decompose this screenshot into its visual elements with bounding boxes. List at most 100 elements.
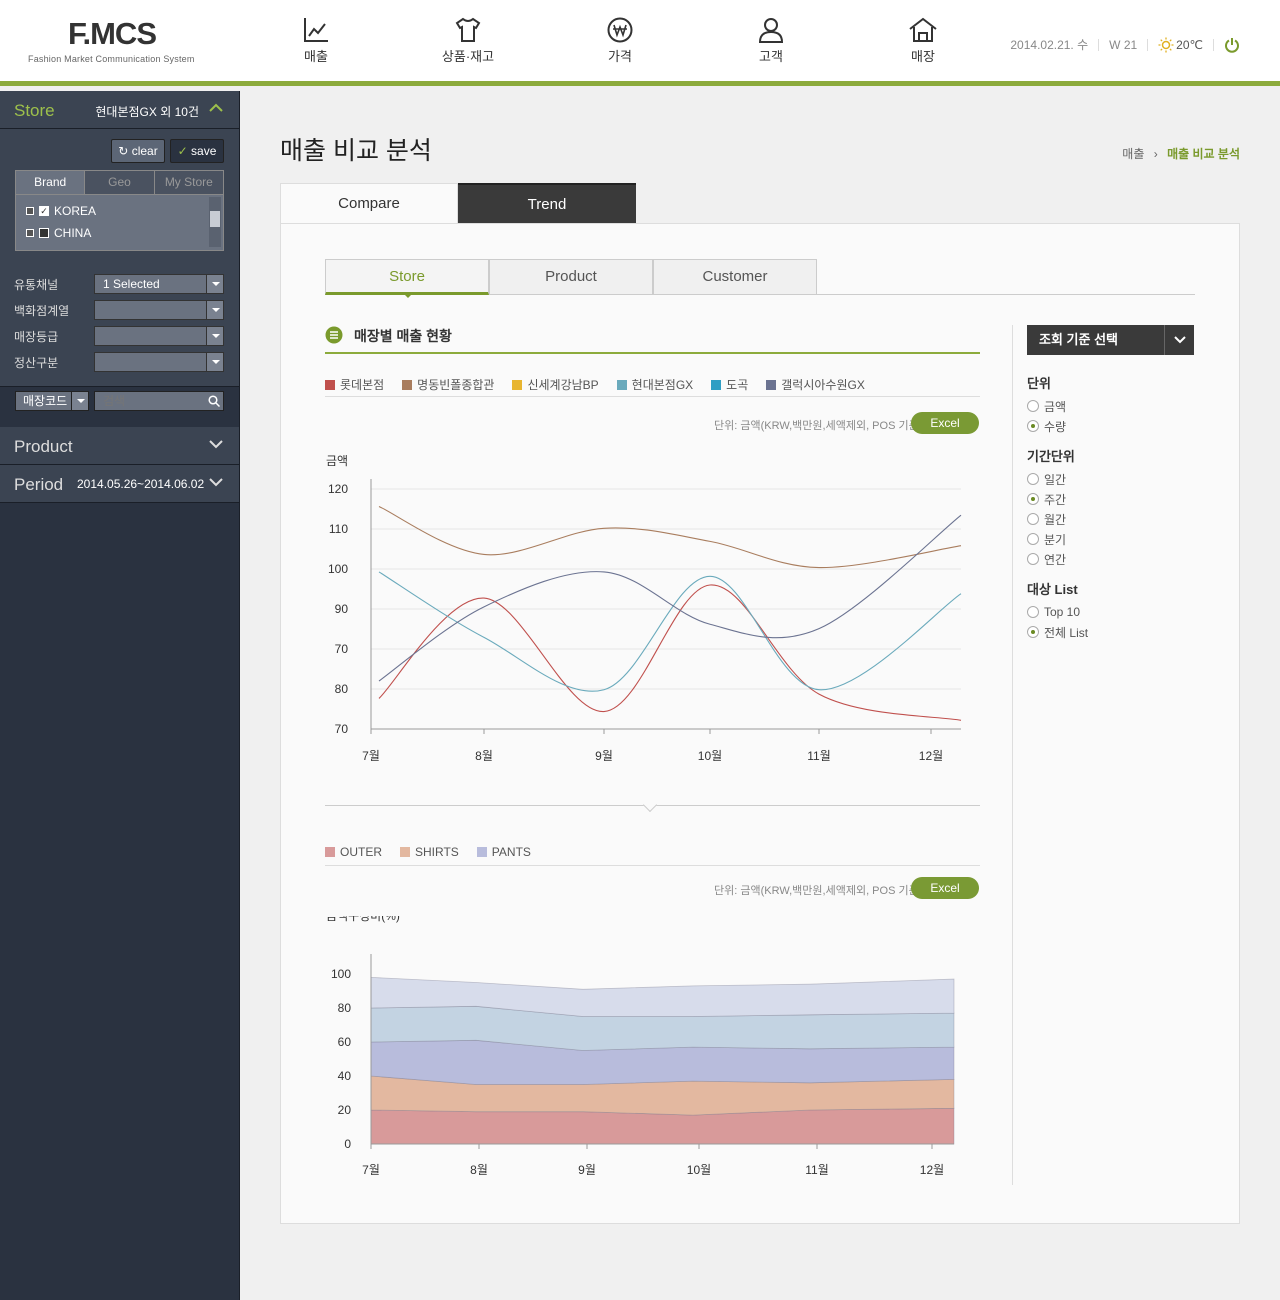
tab-trend[interactable]: Trend <box>458 183 636 223</box>
chevron-down-icon[interactable] <box>71 392 88 410</box>
radio-button[interactable] <box>1027 493 1039 505</box>
radio-button[interactable] <box>1027 533 1039 545</box>
breadcrumb-current: 매출 비교 분석 <box>1167 147 1240 161</box>
series-line <box>378 584 962 721</box>
criteria-select[interactable]: 조회 기준 선택 <box>1027 325 1194 355</box>
radio-option[interactable]: 분기 <box>1027 529 1207 549</box>
tab-brand[interactable]: Brand <box>16 171 85 194</box>
product-header[interactable]: Product <box>0 427 239 465</box>
store-code-select[interactable]: 매장코드 <box>15 391 89 411</box>
radio-option[interactable]: 수량 <box>1027 416 1207 436</box>
section-header: 매장별 매출 현황 <box>325 325 980 354</box>
radio-option[interactable]: Top 10 <box>1027 602 1207 622</box>
tab-compare[interactable]: Compare <box>280 183 458 224</box>
nav-store-label: 매장 <box>911 49 935 64</box>
x-tick-label: 11월 <box>807 749 831 763</box>
y-tick-label: 20 <box>338 1103 352 1117</box>
search-icon[interactable] <box>208 395 220 407</box>
chevron-up-icon[interactable] <box>209 103 223 113</box>
shirt-icon <box>455 17 481 42</box>
line-chart-icon <box>304 18 328 42</box>
power-icon[interactable] <box>1224 37 1240 53</box>
excel-button[interactable]: Excel <box>911 877 979 899</box>
radio-option[interactable]: 전체 List <box>1027 622 1207 642</box>
subtab-store[interactable]: Store <box>325 259 489 298</box>
date-text: 2014.02.21. 수 <box>1010 38 1089 52</box>
checkbox-unchecked[interactable] <box>39 228 49 238</box>
excel-button[interactable]: Excel <box>911 412 979 434</box>
radio-button[interactable] <box>1027 626 1039 638</box>
chevron-down-icon[interactable] <box>206 327 223 345</box>
store-grade-select[interactable] <box>94 326 224 346</box>
radio-button[interactable] <box>1027 553 1039 565</box>
store-header[interactable]: Store 현대본점GX 외 10건 <box>0 91 239 129</box>
y-axis-label: 금액구성비(%) <box>326 916 400 923</box>
filter-settlement: 정산구분 <box>14 352 224 372</box>
x-tick-label: 8월 <box>475 749 493 763</box>
department-store-select[interactable] <box>94 300 224 320</box>
nav-customer[interactable]: 고객 <box>731 16 811 65</box>
y-tick-label: 80 <box>338 1001 352 1015</box>
chevron-down-icon[interactable] <box>206 275 223 293</box>
radio-option[interactable]: 월간 <box>1027 509 1207 529</box>
nav-price[interactable]: 가격 <box>580 16 660 65</box>
radio-button[interactable] <box>1027 606 1039 618</box>
expand-icon[interactable] <box>26 229 34 237</box>
legend-item: 현대본점GX <box>616 373 693 396</box>
filter-label: 매장등급 <box>14 330 59 344</box>
radio-option[interactable]: 일간 <box>1027 469 1207 489</box>
expand-icon[interactable] <box>26 207 34 215</box>
nav-product-stock-label: 상품·재고 <box>441 49 495 64</box>
filter-label: 백화점계열 <box>14 304 70 318</box>
query-options: 조회 기준 선택 단위 금액 수량 기간단위 일간 주간 월간 분기 연간 대상 List… <box>1027 325 1207 642</box>
checkbox-checked[interactable]: ✓ <box>39 206 49 216</box>
y-tick-label: 70 <box>335 642 349 656</box>
x-tick-label: 12월 <box>920 1163 944 1177</box>
settlement-select[interactable] <box>94 352 224 372</box>
breadcrumb-parent[interactable]: 매출 <box>1122 147 1144 161</box>
channel-select[interactable]: 1 Selected <box>94 274 224 294</box>
chevron-down-icon[interactable] <box>209 439 223 449</box>
save-button[interactable]: ✓ save <box>170 139 224 163</box>
radio-button[interactable] <box>1027 420 1039 432</box>
refresh-icon: ↻ <box>118 144 129 158</box>
radio-option[interactable]: 주간 <box>1027 489 1207 509</box>
y-tick-label: 70 <box>335 722 349 736</box>
tab-geo[interactable]: Geo <box>84 171 154 194</box>
legend-item: PANTS <box>476 838 531 865</box>
subtab-customer[interactable]: Customer <box>653 259 817 295</box>
area-chart: 금액구성비(%) 100 80 60 40 20 0 7월 8월 9월 10월 11월 12월 <box>326 916 955 1177</box>
unit-note: 단위: 금액(KRW,백만원,세액제외, POS 기준) <box>714 420 923 432</box>
nav-product-stock[interactable]: 상품·재고 <box>428 16 508 65</box>
legend-item: 신세계강남BP <box>512 373 599 396</box>
radio-option[interactable]: 금액 <box>1027 396 1207 416</box>
chevron-down-icon[interactable] <box>206 353 223 371</box>
list-item-china[interactable]: CHINA <box>26 226 91 240</box>
search-input[interactable] <box>95 392 203 410</box>
series-line <box>378 514 962 682</box>
legend-item: 갤럭시아수원GX <box>766 373 865 396</box>
chevron-down-icon[interactable] <box>209 477 223 487</box>
radio-option[interactable]: 연간 <box>1027 549 1207 569</box>
list-item-korea[interactable]: ✓ KOREA <box>26 204 96 218</box>
radio-button[interactable] <box>1027 473 1039 485</box>
unit-title: 단위 <box>1027 376 1051 391</box>
x-tick-label: 7월 <box>362 749 380 763</box>
country-label: CHINA <box>54 226 92 240</box>
x-tick-label: 9월 <box>595 749 613 763</box>
y-tick-label: 40 <box>338 1069 352 1083</box>
nav-store[interactable]: 매장 <box>883 16 963 65</box>
scrollbar[interactable] <box>209 197 221 247</box>
product-title: Product <box>14 437 73 456</box>
tab-my-store[interactable]: My Store <box>153 171 223 194</box>
logo[interactable]: F.MCS Fashion Market Communication Syste… <box>28 14 195 64</box>
period-header[interactable]: Period 2014.05.26~2014.06.02 <box>0 465 239 503</box>
legend-item: SHIRTS <box>400 838 459 865</box>
clear-button[interactable]: ↻ clear <box>111 139 165 163</box>
nav-sales[interactable]: 매출 <box>276 16 356 65</box>
chevron-down-icon[interactable] <box>206 301 223 319</box>
radio-button[interactable] <box>1027 513 1039 525</box>
chevron-down-icon[interactable] <box>1164 325 1194 355</box>
radio-button[interactable] <box>1027 400 1039 412</box>
subtab-product[interactable]: Product <box>489 259 653 295</box>
